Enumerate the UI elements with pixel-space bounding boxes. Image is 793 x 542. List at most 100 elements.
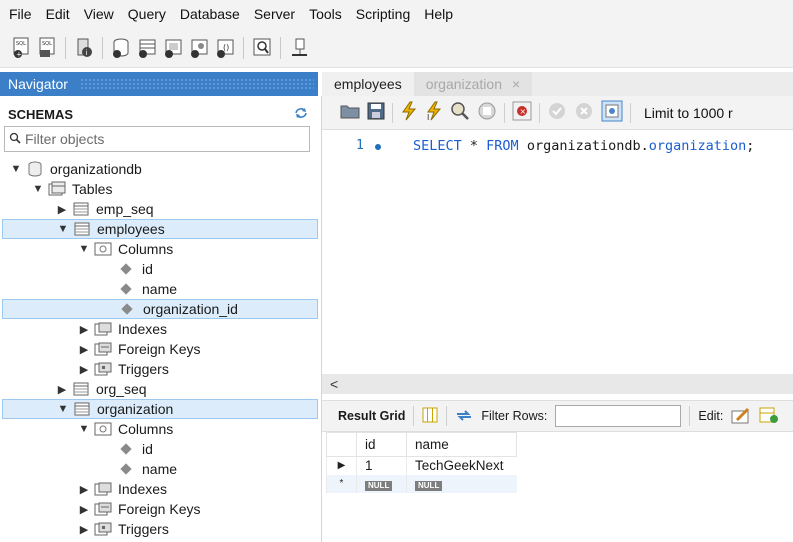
tab-employees[interactable]: employees bbox=[322, 72, 414, 96]
tree-column-name[interactable]: name bbox=[0, 459, 318, 479]
expand-arrow-icon[interactable]: ▼ bbox=[78, 243, 90, 255]
scroll-left-button[interactable]: < bbox=[330, 376, 338, 392]
expand-arrow-icon[interactable]: ▶ bbox=[78, 323, 90, 336]
grid-layout-icon[interactable] bbox=[422, 407, 438, 426]
menu-help[interactable]: Help bbox=[419, 6, 462, 22]
tree-label: Foreign Keys bbox=[118, 501, 201, 517]
create-schema-icon[interactable] bbox=[110, 36, 132, 60]
column-header-id[interactable]: id bbox=[356, 432, 407, 457]
autocommit-icon[interactable] bbox=[601, 100, 623, 125]
indexes-icon bbox=[94, 321, 112, 337]
tree-columns-folder[interactable]: ▼ Columns bbox=[0, 239, 318, 259]
filter-objects-field[interactable] bbox=[4, 126, 310, 152]
cell-id[interactable]: 1 bbox=[356, 456, 407, 475]
create-view-icon[interactable] bbox=[162, 36, 184, 60]
tree-label: Indexes bbox=[118, 321, 168, 337]
tab-organization[interactable]: organization × bbox=[413, 72, 533, 96]
stop-icon[interactable] bbox=[477, 101, 497, 124]
toolbar-separator bbox=[280, 36, 281, 59]
sql-editor[interactable]: 1 SELECT * FROM organizationdb.organizat… bbox=[322, 130, 793, 374]
expand-arrow-icon[interactable]: ▼ bbox=[57, 403, 69, 415]
table-icon bbox=[73, 401, 91, 417]
menu-edit[interactable]: Edit bbox=[41, 6, 79, 22]
expand-arrow-icon[interactable]: ▼ bbox=[10, 163, 22, 175]
table-row[interactable]: ▶ 1 TechGeekNext bbox=[326, 456, 517, 475]
refresh-icon[interactable] bbox=[294, 107, 308, 122]
tree-column-name[interactable]: name bbox=[0, 279, 318, 299]
cell-name[interactable]: TechGeekNext bbox=[406, 456, 517, 475]
expand-arrow-icon[interactable]: ▼ bbox=[78, 423, 90, 435]
svg-text:i: i bbox=[86, 49, 88, 57]
expand-arrow-icon[interactable]: ▶ bbox=[56, 383, 68, 396]
execute-current-icon[interactable]: I bbox=[425, 101, 443, 124]
horizontal-scrollbar[interactable]: < bbox=[322, 374, 793, 394]
tree-column-organization-id[interactable]: organization_id bbox=[2, 299, 318, 319]
expand-arrow-icon[interactable]: ▶ bbox=[78, 363, 90, 376]
new-row[interactable]: * NULL NULL bbox=[326, 474, 517, 493]
execute-icon[interactable] bbox=[400, 101, 418, 124]
edit-row-icon[interactable] bbox=[731, 406, 751, 427]
open-file-icon[interactable] bbox=[340, 102, 360, 123]
tree-triggers-folder[interactable]: ▶ Triggers bbox=[0, 519, 318, 539]
tree-column-id[interactable]: id bbox=[0, 439, 318, 459]
tree-tables-folder[interactable]: ▼ Tables bbox=[0, 179, 318, 199]
line-number: 1 bbox=[356, 138, 364, 153]
tree-foreign-keys-folder[interactable]: ▶ Foreign Keys bbox=[0, 339, 318, 359]
tree-label: org_seq bbox=[96, 381, 147, 397]
tree-column-id[interactable]: id bbox=[0, 259, 318, 279]
tree-label: id bbox=[142, 261, 153, 277]
navigator-header: Navigator bbox=[0, 72, 318, 96]
create-table-icon[interactable] bbox=[136, 36, 158, 60]
explain-icon[interactable] bbox=[450, 101, 470, 124]
tree-schema-organizationdb[interactable]: ▼ organizationdb bbox=[0, 159, 318, 179]
tree-foreign-keys-folder[interactable]: ▶ Foreign Keys bbox=[0, 499, 318, 519]
result-grid-label[interactable]: Result Grid bbox=[338, 409, 405, 423]
tree-table-emp-seq[interactable]: ▶ emp_seq bbox=[0, 199, 318, 219]
tree-table-org-seq[interactable]: ▶ org_seq bbox=[0, 379, 318, 399]
expand-arrow-icon[interactable]: ▶ bbox=[78, 503, 90, 516]
open-sql-script-icon[interactable]: SQL bbox=[36, 36, 58, 60]
menu-file[interactable]: File bbox=[4, 6, 41, 22]
menu-tools[interactable]: Tools bbox=[304, 6, 351, 22]
create-function-icon[interactable]: () bbox=[214, 36, 236, 60]
server-info-icon[interactable]: i bbox=[73, 36, 95, 60]
reconnect-icon[interactable] bbox=[288, 36, 310, 60]
tree-table-organization[interactable]: ▼ organization bbox=[2, 399, 318, 419]
rollback-icon[interactable] bbox=[574, 101, 594, 124]
expand-arrow-icon[interactable]: ▶ bbox=[78, 483, 90, 496]
menu-server[interactable]: Server bbox=[249, 6, 304, 22]
commit-icon[interactable] bbox=[547, 101, 567, 124]
tree-columns-folder[interactable]: ▼ Columns bbox=[0, 419, 318, 439]
expand-arrow-icon[interactable]: ▼ bbox=[57, 223, 69, 235]
filter-objects-input[interactable] bbox=[25, 131, 295, 147]
create-procedure-icon[interactable] bbox=[188, 36, 210, 60]
expand-arrow-icon[interactable]: ▶ bbox=[78, 343, 90, 356]
menu-view[interactable]: View bbox=[79, 6, 123, 22]
tree-triggers-folder[interactable]: ▶ Triggers bbox=[0, 359, 318, 379]
limit-rows-select[interactable]: Limit to 1000 r bbox=[644, 105, 733, 121]
sql-statement[interactable]: SELECT * FROM organizationdb.organizatio… bbox=[413, 138, 754, 154]
column-header-name[interactable]: name bbox=[406, 432, 517, 457]
cell-id[interactable]: NULL bbox=[356, 474, 407, 493]
new-sql-tab-icon[interactable]: SQL + bbox=[10, 36, 32, 60]
refresh-rows-icon[interactable] bbox=[455, 408, 473, 425]
tree-indexes-folder[interactable]: ▶ Indexes bbox=[0, 319, 318, 339]
search-table-data-icon[interactable] bbox=[251, 36, 273, 60]
menu-query[interactable]: Query bbox=[123, 6, 175, 22]
cell-name[interactable]: NULL bbox=[406, 474, 517, 493]
tree-label: Tables bbox=[72, 181, 113, 197]
tree-indexes-folder[interactable]: ▶ Indexes bbox=[0, 479, 318, 499]
menu-database[interactable]: Database bbox=[175, 6, 249, 22]
close-icon[interactable]: × bbox=[512, 76, 520, 92]
null-badge: NULL bbox=[365, 481, 393, 491]
filter-rows-input[interactable] bbox=[555, 405, 682, 427]
toggle-error-icon[interactable]: × bbox=[512, 101, 532, 124]
add-row-icon[interactable] bbox=[759, 406, 779, 427]
expand-arrow-icon[interactable]: ▶ bbox=[78, 523, 90, 536]
expand-arrow-icon[interactable]: ▼ bbox=[32, 183, 44, 195]
save-icon[interactable] bbox=[367, 102, 385, 123]
indexes-icon bbox=[94, 481, 112, 497]
tree-table-employees[interactable]: ▼ employees bbox=[2, 219, 318, 239]
expand-arrow-icon[interactable]: ▶ bbox=[56, 203, 68, 216]
menu-scripting[interactable]: Scripting bbox=[351, 6, 419, 22]
